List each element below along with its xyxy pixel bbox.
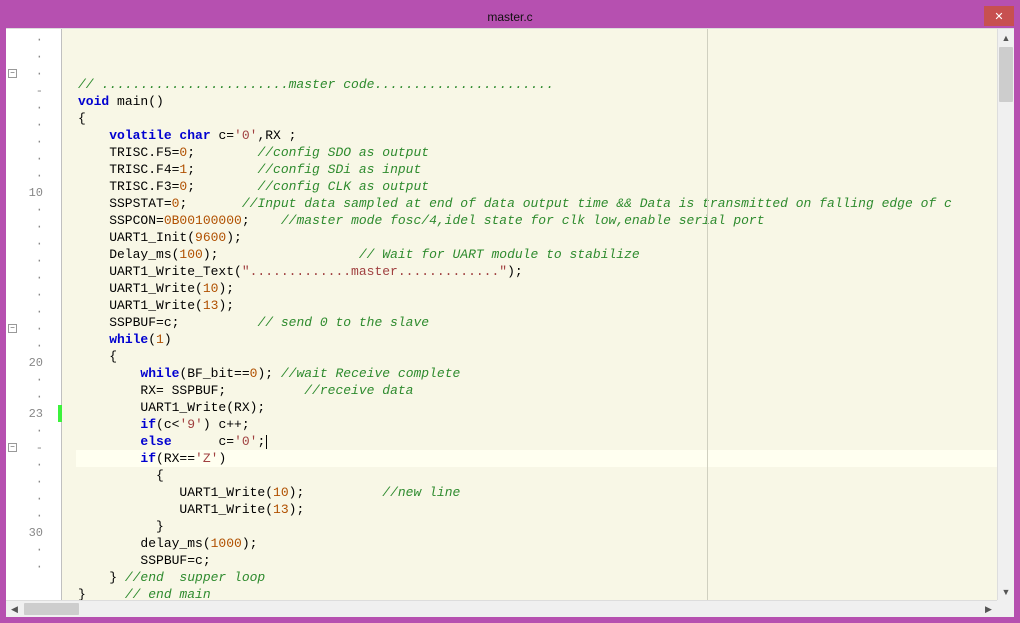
code-line[interactable]: UART1_Write(13); (76, 501, 997, 518)
code-line[interactable]: // ........................master code..… (76, 76, 997, 93)
gutter-line: · (6, 269, 61, 286)
code-line[interactable]: UART1_Write(10); (76, 280, 997, 297)
window-title: master.c (487, 10, 532, 24)
gutter-line: · (6, 150, 61, 167)
code-line[interactable]: void main() (76, 93, 997, 110)
gutter-line: · (6, 31, 61, 48)
code-line[interactable]: SSPBUF=c; // send 0 to the slave (76, 314, 997, 331)
gutter-line: · (6, 48, 61, 65)
gutter-line: 10 (6, 184, 61, 201)
gutter-line: 30 (6, 524, 61, 541)
gutter-line: · (6, 558, 61, 575)
code-line[interactable]: while(1) (76, 331, 997, 348)
code-line[interactable]: volatile char c='0',RX ; (76, 127, 997, 144)
gutter-line: · (6, 456, 61, 473)
code-line[interactable]: UART1_Write(13); (76, 297, 997, 314)
vscroll-thumb[interactable] (999, 47, 1013, 102)
code-line[interactable]: while(BF_bit==0); //wait Receive complet… (76, 365, 997, 382)
gutter-line: 23 (6, 405, 61, 422)
code-line[interactable]: else c='0'; (76, 433, 997, 450)
code-line[interactable]: SSPBUF=c; (76, 552, 997, 569)
scroll-right-icon[interactable]: ▶ (980, 601, 997, 617)
gutter-line: · (6, 167, 61, 184)
code-line[interactable]: UART1_Write(10); //new line (76, 484, 997, 501)
gutter-line: · (6, 337, 61, 354)
editor-area: ···-·····10·········20··23·-····30··−−− … (6, 29, 1014, 600)
scroll-up-icon[interactable]: ▲ (998, 29, 1014, 46)
gutter-line: - (6, 82, 61, 99)
titlebar[interactable]: master.c ✕ (6, 6, 1014, 28)
scroll-left-icon[interactable]: ◀ (6, 601, 23, 617)
vertical-scrollbar[interactable]: ▲ ▼ (997, 29, 1014, 600)
gutter-line: · (6, 252, 61, 269)
gutter-line: · (6, 235, 61, 252)
gutter-line: · (6, 371, 61, 388)
gutter-line: · (6, 201, 61, 218)
code-line[interactable]: } (76, 518, 997, 535)
editor-window: master.c ✕ ···-·····10·········20··23·-·… (6, 6, 1014, 617)
hscroll-thumb[interactable] (24, 603, 79, 615)
gutter-line: · (6, 133, 61, 150)
resize-grip[interactable] (997, 600, 1014, 617)
code-line[interactable]: TRISC.F4=1; //config SDi as input (76, 161, 997, 178)
line-gutter[interactable]: ···-·····10·········20··23·-····30··−−− (6, 29, 62, 600)
code-line[interactable]: } // end main (76, 586, 997, 600)
code-line[interactable]: Delay_ms(100); // Wait for UART module t… (76, 246, 997, 263)
code-line[interactable]: SSPSTAT=0; //Input data sampled at end o… (76, 195, 997, 212)
fold-toggle-icon[interactable]: − (8, 443, 17, 452)
editor-wrap: ···-·····10·········20··23·-····30··−−− … (6, 28, 1014, 617)
code-line[interactable]: } //end supper loop (76, 569, 997, 586)
code-line[interactable]: if(RX=='Z') (76, 450, 997, 467)
code-line[interactable]: RX= SSPBUF; //receive data (76, 382, 997, 399)
gutter-line: · (6, 116, 61, 133)
text-cursor (266, 435, 267, 449)
code-line[interactable]: delay_ms(1000); (76, 535, 997, 552)
code-line[interactable]: { (76, 110, 997, 127)
gutter-line: · (6, 541, 61, 558)
code-line[interactable]: UART1_Init(9600); (76, 229, 997, 246)
code-line[interactable]: UART1_Write_Text(".............master...… (76, 263, 997, 280)
scroll-down-icon[interactable]: ▼ (998, 583, 1014, 600)
gutter-line: · (6, 286, 61, 303)
code-line[interactable]: if(c<'9') c++; (76, 416, 997, 433)
gutter-line: · (6, 473, 61, 490)
fold-toggle-icon[interactable]: − (8, 69, 17, 78)
code-area[interactable]: // ........................master code..… (62, 29, 997, 600)
horizontal-scrollbar[interactable]: ◀ ▶ (6, 600, 1014, 617)
close-button[interactable]: ✕ (984, 6, 1014, 26)
code-line[interactable]: { (76, 348, 997, 365)
code-line[interactable]: TRISC.F5=0; //config SDO as output (76, 144, 997, 161)
gutter-line: · (6, 388, 61, 405)
gutter-line: · (6, 218, 61, 235)
gutter-line: · (6, 490, 61, 507)
code-line[interactable]: TRISC.F3=0; //config CLK as output (76, 178, 997, 195)
gutter-line: · (6, 303, 61, 320)
fold-toggle-icon[interactable]: − (8, 324, 17, 333)
gutter-line: · (6, 507, 61, 524)
code-line[interactable]: { (76, 467, 997, 484)
close-icon: ✕ (994, 10, 1003, 23)
gutter-line: · (6, 422, 61, 439)
code-line[interactable]: SSPCON=0B00100000; //master mode fosc/4,… (76, 212, 997, 229)
gutter-line: · (6, 99, 61, 116)
gutter-line: 20 (6, 354, 61, 371)
code-line[interactable]: UART1_Write(RX); (76, 399, 997, 416)
